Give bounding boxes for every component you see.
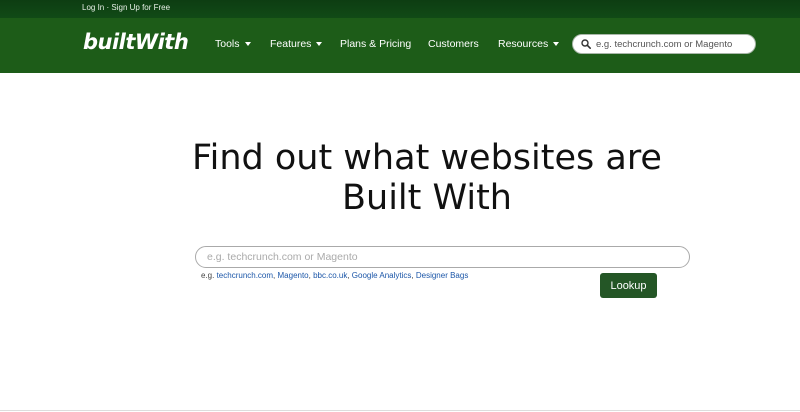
logo-text: builtWith bbox=[83, 30, 189, 54]
example-link-bbc[interactable]: bbc.co.uk bbox=[313, 271, 347, 280]
nav-plans-pricing-label: Plans & Pricing bbox=[340, 38, 412, 50]
example-link-designer-bags[interactable]: Designer Bags bbox=[416, 271, 468, 280]
chevron-down-icon bbox=[244, 42, 251, 46]
main-search-box bbox=[195, 246, 690, 268]
nav-resources[interactable]: Resources bbox=[498, 38, 560, 50]
nav-features[interactable]: Features bbox=[270, 38, 323, 50]
hero-headline: Find out what websites are Built With bbox=[0, 138, 800, 218]
lookup-button[interactable]: Lookup bbox=[600, 273, 657, 298]
top-account-bar: Log In · Sign Up for Free bbox=[0, 0, 800, 18]
main-search-input[interactable] bbox=[207, 251, 677, 263]
examples-prefix: e.g. bbox=[201, 271, 215, 280]
account-separator: · bbox=[106, 3, 110, 12]
example-link-google-analytics[interactable]: Google Analytics bbox=[352, 271, 412, 280]
hero-line-1: Find out what websites are bbox=[192, 138, 662, 178]
chevron-down-icon bbox=[553, 42, 560, 46]
signup-link[interactable]: Sign Up for Free bbox=[111, 3, 170, 12]
nav-customers-label: Customers bbox=[428, 38, 479, 50]
builtwith-logo[interactable]: builtWith bbox=[83, 27, 189, 57]
example-link-magento[interactable]: Magento bbox=[278, 271, 309, 280]
nav-tools[interactable]: Tools bbox=[215, 38, 251, 50]
account-links: Log In · Sign Up for Free bbox=[82, 3, 170, 12]
search-icon[interactable] bbox=[581, 39, 591, 49]
search-examples: e.g. techcrunch.com, Magento, bbc.co.uk,… bbox=[201, 271, 469, 280]
nav-plans-pricing[interactable]: Plans & Pricing bbox=[340, 38, 411, 50]
hero-line-2: Built With bbox=[342, 178, 512, 218]
nav-tools-label: Tools bbox=[215, 38, 240, 50]
page-divider bbox=[0, 410, 800, 411]
nav-resources-label: Resources bbox=[498, 38, 549, 50]
nav-customers[interactable]: Customers bbox=[428, 38, 479, 50]
chevron-down-icon bbox=[316, 42, 323, 46]
login-link[interactable]: Log In bbox=[82, 3, 104, 12]
example-link-techcrunch[interactable]: techcrunch.com bbox=[217, 271, 273, 280]
nav-features-label: Features bbox=[270, 38, 312, 50]
nav-search-input[interactable] bbox=[596, 38, 746, 50]
nav-search-box bbox=[572, 34, 756, 54]
